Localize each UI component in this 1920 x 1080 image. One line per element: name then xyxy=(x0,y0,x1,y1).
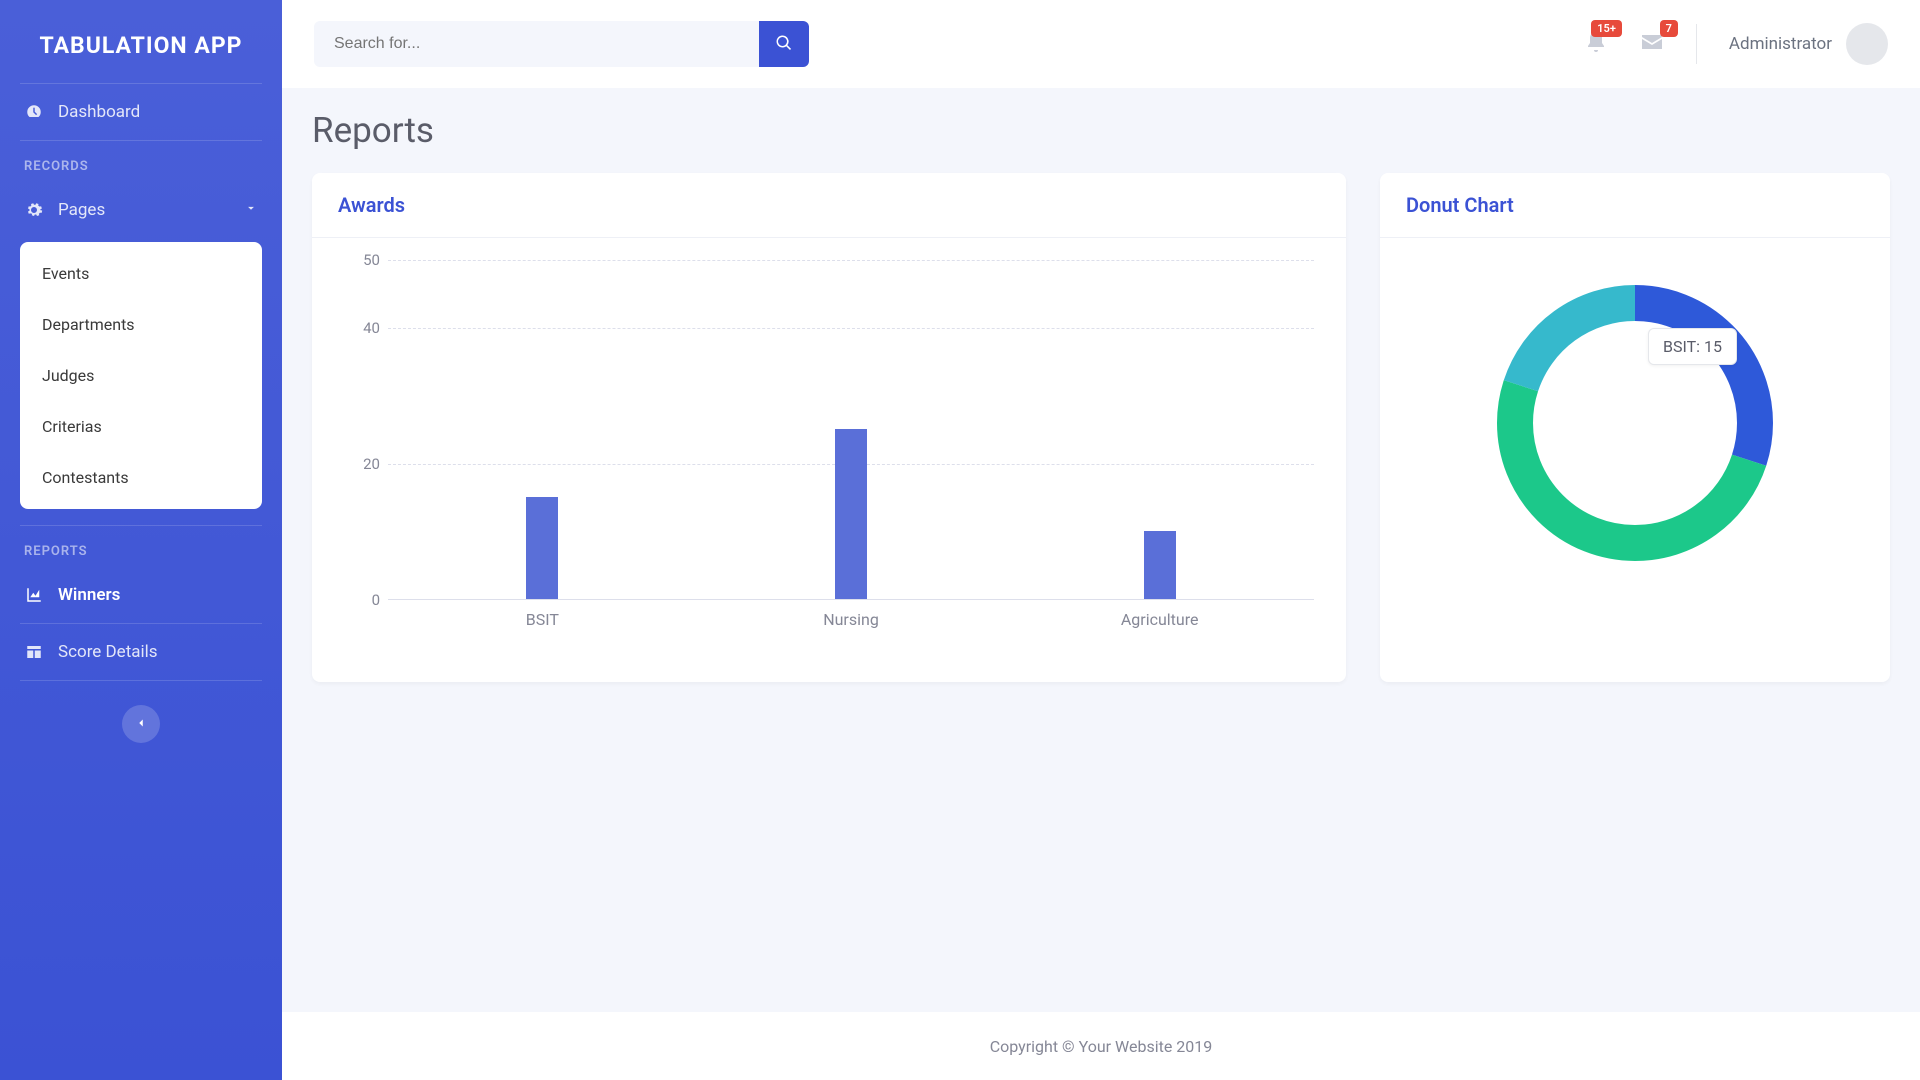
search-button[interactable] xyxy=(759,21,809,67)
pages-submenu: Events Departments Judges Criterias Cont… xyxy=(20,242,262,509)
sidebar-heading-reports: REPORTS xyxy=(0,526,282,567)
topbar: 15+ 7 Administrator xyxy=(282,0,1920,88)
sidebar-item-score-details[interactable]: Score Details xyxy=(0,624,282,680)
sidebar-item-winners[interactable]: Winners xyxy=(0,567,282,623)
divider xyxy=(20,680,262,681)
footer-text: Copyright © Your Website 2019 xyxy=(990,1037,1213,1056)
donut-tooltip: BSIT: 15 xyxy=(1648,328,1737,365)
sidebar-item-pages[interactable]: Pages xyxy=(0,182,282,238)
awards-card-body: 0 20 40 50 BSITNursingAgriculture xyxy=(312,238,1346,682)
footer: Copyright © Your Website 2019 xyxy=(282,1012,1920,1080)
x-label: Agriculture xyxy=(1005,610,1314,629)
search-input[interactable] xyxy=(314,21,759,67)
content: Reports Awards 0 20 40 50 BSITNursingAgricul… xyxy=(282,88,1920,772)
donut-card-header: Donut Chart xyxy=(1380,173,1890,238)
y-tick: 0 xyxy=(372,591,380,609)
submenu-item-departments[interactable]: Departments xyxy=(20,299,262,350)
envelope-icon xyxy=(1640,39,1664,58)
search-icon xyxy=(775,34,793,55)
submenu-item-criterias[interactable]: Criterias xyxy=(20,401,262,452)
bar[interactable] xyxy=(526,497,558,599)
submenu-item-judges[interactable]: Judges xyxy=(20,350,262,401)
awards-bar-chart: 0204050BSITNursingAgriculture xyxy=(334,260,1324,660)
sidebar-collapse-button[interactable] xyxy=(122,705,160,743)
chevron-left-icon xyxy=(134,715,148,734)
bell-badge: 15+ xyxy=(1591,20,1622,37)
donut-card-body: BSIT: 15 xyxy=(1380,238,1890,600)
table-icon xyxy=(24,642,44,662)
search-form xyxy=(314,21,809,67)
awards-card-header: Awards xyxy=(312,173,1346,238)
cards-row: Awards 0 20 40 50 BSITNursingAgriculture Don… xyxy=(312,173,1890,682)
sidebar: TABULATION APP Dashboard RECORDS Pages E… xyxy=(0,0,282,1080)
messages-mail[interactable]: 7 xyxy=(1640,30,1664,58)
app-brand[interactable]: TABULATION APP xyxy=(0,0,282,83)
topbar-right: 15+ 7 Administrator xyxy=(1584,23,1888,65)
sidebar-heading-records: RECORDS xyxy=(0,141,282,182)
submenu-item-events[interactable]: Events xyxy=(20,248,262,299)
chevron-down-icon xyxy=(244,200,258,220)
sidebar-item-label: Pages xyxy=(58,200,105,220)
user-menu[interactable]: Administrator xyxy=(1729,23,1888,65)
x-label: Nursing xyxy=(697,610,1006,629)
sidebar-item-label: Winners xyxy=(58,585,120,605)
sidebar-item-label: Score Details xyxy=(58,642,158,662)
y-tick: 20 xyxy=(363,455,380,473)
chart-area-icon xyxy=(24,585,44,605)
donut-card: Donut Chart BSIT: 15 xyxy=(1380,173,1890,682)
user-name: Administrator xyxy=(1729,34,1832,54)
y-tick: 50 xyxy=(363,251,380,269)
submenu-item-contestants[interactable]: Contestants xyxy=(20,452,262,503)
awards-card: Awards 0 20 40 50 BSITNursingAgriculture xyxy=(312,173,1346,682)
notifications-bell[interactable]: 15+ xyxy=(1584,30,1608,58)
divider xyxy=(1696,24,1697,64)
page-title: Reports xyxy=(312,110,1890,151)
sidebar-item-label: Dashboard xyxy=(58,102,140,122)
mail-badge: 7 xyxy=(1660,20,1678,37)
gear-icon xyxy=(24,200,44,220)
sidebar-item-dashboard[interactable]: Dashboard xyxy=(0,84,282,140)
avatar xyxy=(1846,23,1888,65)
bar[interactable] xyxy=(835,429,867,599)
donut-chart: BSIT: 15 xyxy=(1480,268,1790,578)
bar[interactable] xyxy=(1144,531,1176,599)
tachometer-icon xyxy=(24,102,44,122)
y-tick: 40 xyxy=(363,319,380,337)
bell-icon xyxy=(1584,39,1608,58)
x-label: BSIT xyxy=(388,610,697,629)
